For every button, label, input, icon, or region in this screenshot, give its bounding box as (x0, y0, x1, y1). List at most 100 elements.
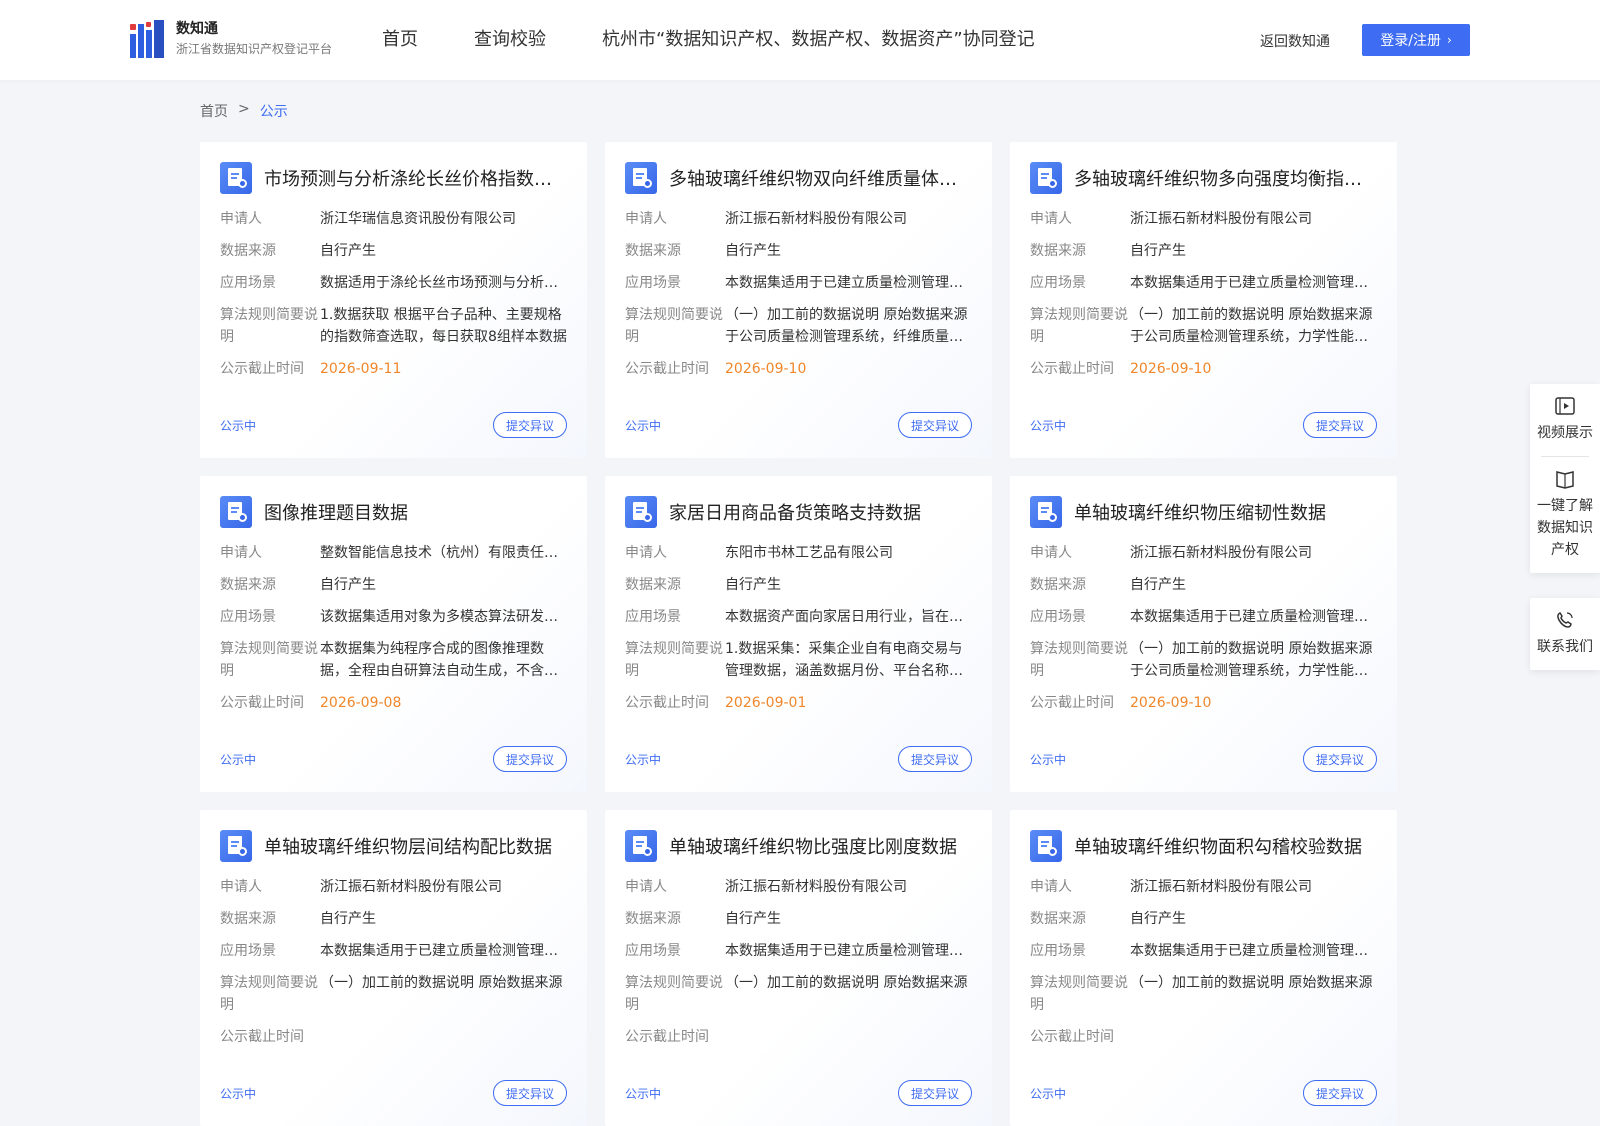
deadline-value: 2026-09-10 (725, 361, 807, 377)
applicant-row: 申请人 浙江振石新材料股份有限公司 (1030, 876, 1377, 898)
card-title[interactable]: 图像推理题目数据 (264, 499, 408, 525)
deadline-value: 2026-09-08 (320, 695, 402, 711)
algorithm-row: 算法规则简要说明 本数据集为纯程序合成的图像推理数据，全程由自研算法自动生成，不… (220, 638, 567, 682)
card-title[interactable]: 单轴玻璃纤维织物层间结构配比数据 (264, 833, 552, 859)
source-value: 自行产生 (320, 911, 376, 927)
publicity-card-2[interactable]: 多轴玻璃纤维织物双向纤维质量体积分数据 申请人 浙江振石新材料股份有限公司 数据… (605, 142, 992, 458)
source-row: 数据来源 自行产生 (220, 908, 567, 930)
scenario-label: 应用场景 (625, 275, 681, 291)
scenario-label: 应用场景 (220, 943, 276, 959)
submit-objection-button[interactable]: 提交异议 (1302, 412, 1377, 438)
document-search-icon (1030, 162, 1062, 194)
video-showcase-button[interactable]: 视频展示 (1530, 384, 1600, 456)
applicant-label: 申请人 (1030, 211, 1072, 227)
source-value: 自行产生 (320, 243, 376, 259)
card-title[interactable]: 家居日用商品备货策略支持数据 (669, 499, 921, 525)
algorithm-value: 1.数据获取 根据平台子品种、主要规格的指数筛查选取，每日获取8组样本数据 (320, 307, 567, 345)
submit-objection-button[interactable]: 提交异议 (492, 1080, 567, 1106)
algorithm-label: 算法规则简要说明 (220, 641, 318, 679)
deadline-row: 公示截止时间 2026-09-10 (1030, 358, 1377, 380)
submit-objection-button[interactable]: 提交异议 (492, 746, 567, 772)
publicity-card-5[interactable]: 家居日用商品备货策略支持数据 申请人 东阳市书林工艺品有限公司 数据来源 自行产… (605, 476, 992, 792)
login-register-button[interactable]: 登录/注册 › (1362, 24, 1470, 56)
algorithm-row: 算法规则简要说明 （一）加工前的数据说明 原始数据来源于公司质量检测管理系统，纤… (625, 304, 972, 348)
breadcrumb-home[interactable]: 首页 (200, 101, 228, 121)
brand-subtitle: 浙江省数据知识产权登记平台 (176, 42, 333, 56)
status-badge: 公示中 (625, 1086, 662, 1101)
publicity-card-3[interactable]: 多轴玻璃纤维织物多向强度均衡指数数据 申请人 浙江振石新材料股份有限公司 数据来… (1010, 142, 1397, 458)
source-value: 自行产生 (725, 243, 781, 259)
source-row: 数据来源 自行产生 (220, 574, 567, 596)
brand-logo[interactable]: 数知通 浙江省数据知识产权登记平台 (130, 20, 332, 58)
breadcrumb-current: 公示 (259, 104, 288, 120)
status-badge: 公示中 (1030, 752, 1067, 767)
scenario-value: 本数据集适用于已建立质量检测管理系统的企业 (1130, 943, 1377, 959)
algorithm-label: 算法规则简要说明 (1030, 641, 1128, 679)
submit-objection-button[interactable]: 提交异议 (897, 412, 972, 438)
submit-objection-button[interactable]: 提交异议 (492, 412, 567, 438)
scenario-row: 应用场景 本数据集适用于已建立质量检测管理系统的企业 (625, 272, 972, 294)
deadline-value (725, 1026, 972, 1048)
source-label: 数据来源 (625, 243, 681, 259)
card-title[interactable]: 多轴玻璃纤维织物双向纤维质量体积分数据 (669, 165, 972, 191)
card-title[interactable]: 单轴玻璃纤维织物面积勾稽校验数据 (1074, 833, 1362, 859)
publicity-card-4[interactable]: 图像推理题目数据 申请人 整数智能信息技术（杭州）有限责任公司 数据来源 自行产… (200, 476, 587, 792)
phone-icon (1557, 612, 1573, 628)
video-icon (1555, 397, 1575, 415)
card-title[interactable]: 单轴玻璃纤维织物压缩韧性数据 (1074, 499, 1326, 525)
submit-objection-button[interactable]: 提交异议 (1302, 1080, 1377, 1106)
algorithm-row: 算法规则简要说明 （一）加工前的数据说明 原始数据来源 (625, 972, 972, 1016)
publicity-card-8[interactable]: 单轴玻璃纤维织物比强度比刚度数据 申请人 浙江振石新材料股份有限公司 数据来源 … (605, 810, 992, 1126)
submit-objection-button[interactable]: 提交异议 (1302, 746, 1377, 772)
deadline-label: 公示截止时间 (220, 1029, 304, 1045)
applicant-row: 申请人 整数智能信息技术（杭州）有限责任公司 (220, 542, 567, 564)
publicity-card-6[interactable]: 单轴玻璃纤维织物压缩韧性数据 申请人 浙江振石新材料股份有限公司 数据来源 自行… (1010, 476, 1397, 792)
card-title[interactable]: 市场预测与分析涤纶长丝价格指数数据 (264, 165, 567, 191)
contact-us-label: 联系我们 (1537, 639, 1593, 655)
chevron-right-icon: › (1446, 33, 1452, 47)
status-badge: 公示中 (625, 752, 662, 767)
deadline-value: 2026-09-10 (1130, 361, 1212, 377)
card-title[interactable]: 多轴玻璃纤维织物多向强度均衡指数数据 (1074, 165, 1377, 191)
top-header: 数知通 浙江省数据知识产权登记平台 首页 查询校验 杭州市“数据知识产权、数据产… (0, 0, 1600, 80)
nav-item-query[interactable]: 查询校验 (474, 26, 546, 54)
scenario-label: 应用场景 (220, 275, 276, 291)
source-value: 自行产生 (320, 577, 376, 593)
deadline-value (1130, 1026, 1377, 1048)
scenario-row: 应用场景 本数据集适用于已建立质量检测管理系统的企业 (1030, 940, 1377, 962)
login-register-label: 登录/注册 (1380, 33, 1441, 49)
source-label: 数据来源 (220, 577, 276, 593)
applicant-row: 申请人 浙江振石新材料股份有限公司 (625, 208, 972, 230)
source-label: 数据来源 (625, 577, 681, 593)
nav-item-home[interactable]: 首页 (382, 26, 418, 54)
publicity-card-9[interactable]: 单轴玻璃纤维织物面积勾稽校验数据 申请人 浙江振石新材料股份有限公司 数据来源 … (1010, 810, 1397, 1126)
learn-ip-button[interactable]: 一键了解数据知识产权 (1530, 457, 1600, 573)
applicant-label: 申请人 (625, 545, 667, 561)
card-title[interactable]: 单轴玻璃纤维织物比强度比刚度数据 (669, 833, 957, 859)
deadline-value (320, 1026, 567, 1048)
back-to-home-link[interactable]: 返回数知通 (1260, 31, 1330, 51)
deadline-row: 公示截止时间 2026-09-10 (1030, 692, 1377, 714)
applicant-row: 申请人 东阳市书林工艺品有限公司 (625, 542, 972, 564)
nav-item-hangzhou-registration[interactable]: 杭州市“数据知识产权、数据产权、数据资产”协同登记 (602, 26, 1035, 54)
document-search-icon (220, 830, 252, 862)
float-panel-top: 视频展示 一键了解数据知识产权 (1530, 384, 1600, 573)
scenario-row: 应用场景 本数据集适用于已建立质量检测管理系统的企业 (220, 940, 567, 962)
applicant-value: 浙江振石新材料股份有限公司 (1130, 879, 1312, 895)
contact-us-button[interactable]: 联系我们 (1530, 598, 1600, 670)
submit-objection-button[interactable]: 提交异议 (897, 1080, 972, 1106)
deadline-label: 公示截止时间 (625, 1029, 709, 1045)
publicity-card-1[interactable]: 市场预测与分析涤纶长丝价格指数数据 申请人 浙江华瑞信息资讯股份有限公司 数据来… (200, 142, 587, 458)
source-row: 数据来源 自行产生 (1030, 240, 1377, 262)
deadline-label: 公示截止时间 (220, 361, 304, 377)
publicity-card-7[interactable]: 单轴玻璃纤维织物层间结构配比数据 申请人 浙江振石新材料股份有限公司 数据来源 … (200, 810, 587, 1126)
deadline-label: 公示截止时间 (1030, 1029, 1114, 1045)
status-badge: 公示中 (625, 418, 662, 433)
algorithm-label: 算法规则简要说明 (625, 641, 723, 679)
document-search-icon (220, 496, 252, 528)
algorithm-value: （一）加工前的数据说明 原始数据来源 (725, 975, 968, 991)
applicant-row: 申请人 浙江华瑞信息资讯股份有限公司 (220, 208, 567, 230)
document-search-icon (625, 830, 657, 862)
source-label: 数据来源 (220, 243, 276, 259)
submit-objection-button[interactable]: 提交异议 (897, 746, 972, 772)
